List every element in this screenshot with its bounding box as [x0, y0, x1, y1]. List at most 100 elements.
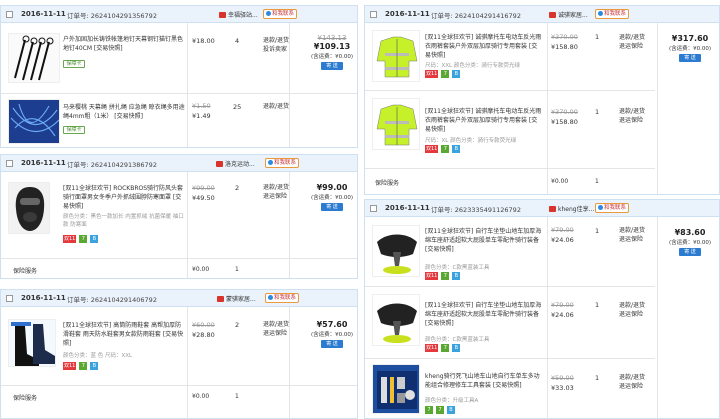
- quantity: 2: [235, 184, 240, 192]
- double11-tag[interactable]: 双11: [425, 145, 439, 153]
- shipping-insurance-link[interactable]: 退运保险: [619, 235, 643, 244]
- shop-name[interactable]: kheng佳享...: [549, 204, 594, 213]
- double11-tag[interactable]: 双11: [425, 272, 439, 280]
- divider: [365, 168, 655, 169]
- order-detail-button[interactable]: 寄 送: [321, 340, 343, 348]
- unit-price: ¥33.03: [551, 384, 574, 392]
- product-title[interactable]: [双11全球狂欢节] 诚骐摩托车电动车反光雨衣雨裤套装户外双层加厚骑行专用套装 …: [425, 33, 543, 60]
- product-title[interactable]: [双11全球狂欢节] ROCKBROS骑行防风头套骑行面罩男女冬季户外抓绒围脖防…: [63, 184, 185, 211]
- guarantee-icon[interactable]: B: [452, 272, 461, 280]
- insurance-service-label: 保险服务: [13, 395, 38, 402]
- order-checkbox[interactable]: [6, 11, 13, 18]
- product-title[interactable]: [双11全球狂欢节] 自行车坐垫山地车加厚海绵车座舒适超软大屁股单车零配件骑行装…: [425, 301, 543, 328]
- complain-link[interactable]: 投诉卖家: [263, 45, 287, 54]
- seven-day-return-icon[interactable]: 7: [441, 344, 450, 352]
- product-title[interactable]: kheng骑行死飞山地车山地自行车单车多功能组合修理修车工具套装 [交易快照]: [425, 372, 543, 390]
- order-detail-button[interactable]: 寄 送: [679, 54, 701, 62]
- product-image[interactable]: [372, 98, 420, 150]
- shipping-insurance-link[interactable]: 退运保险: [263, 192, 287, 201]
- guarantee-icon[interactable]: B: [90, 362, 99, 370]
- product-image[interactable]: [8, 182, 50, 234]
- double11-tag[interactable]: 双11: [425, 344, 439, 352]
- order-checkbox[interactable]: [370, 11, 377, 18]
- order-card-1: 2016-11-11 订单号: 2624104291356792 幸福驿站...…: [0, 5, 358, 148]
- divider: [365, 358, 655, 359]
- shoe-cover-image: [11, 322, 55, 366]
- shipping-insurance-link[interactable]: 退运保险: [619, 42, 643, 51]
- guarantee-icon[interactable]: B: [452, 145, 461, 153]
- shop-name[interactable]: 幸福驿站...: [219, 10, 258, 19]
- order-detail-button[interactable]: 寄 送: [321, 62, 343, 70]
- seven-day-return-icon[interactable]: 7: [441, 272, 450, 280]
- contact-seller-button[interactable]: 和我联系: [265, 158, 300, 168]
- guarantee-icon[interactable]: B: [452, 70, 461, 78]
- refund-link[interactable]: 退款/退货: [619, 373, 645, 382]
- order-checkbox[interactable]: [6, 160, 13, 167]
- contact-seller-button[interactable]: 和我联系: [263, 9, 298, 19]
- shop-name[interactable]: 洛克运动...: [216, 159, 255, 168]
- shop-name[interactable]: 蒙骐家居...: [217, 294, 256, 303]
- unit-price: ¥24.06: [551, 236, 574, 244]
- product-image[interactable]: [8, 33, 60, 83]
- seven-day-return-icon[interactable]: 7: [441, 145, 450, 153]
- guarantee-icon[interactable]: B: [452, 344, 461, 352]
- shipping-insurance-link[interactable]: 退运保险: [619, 382, 643, 391]
- order-date: 2016-11-11: [21, 294, 66, 302]
- seven-day-return-icon[interactable]: 7: [79, 362, 88, 370]
- shipping-insurance-link[interactable]: 退运保险: [263, 329, 287, 338]
- refund-link[interactable]: 退款/退货: [619, 33, 645, 42]
- contact-seller-button[interactable]: 和我联系: [595, 203, 630, 213]
- product-image[interactable]: [8, 319, 56, 367]
- guarantee-icon[interactable]: B: [447, 406, 455, 414]
- guarantee-badge[interactable]: 保障卡: [63, 60, 85, 68]
- refund-link[interactable]: 退款/退货: [619, 301, 645, 310]
- product-image[interactable]: [372, 225, 420, 277]
- guarantee-icon[interactable]: B: [90, 235, 99, 243]
- promo-tags: 77B: [425, 406, 458, 415]
- product-image[interactable]: [372, 30, 420, 82]
- order-checkbox[interactable]: [370, 205, 377, 212]
- order-header: 2016-11-11 订单号: 2623335491126792 kheng佳享…: [365, 200, 719, 217]
- original-price: ¥60.00: [192, 321, 215, 329]
- refund-link[interactable]: 退款/退货: [619, 226, 645, 235]
- product-image[interactable]: [8, 99, 60, 144]
- order-checkbox[interactable]: [6, 295, 13, 302]
- seven-day-return-icon[interactable]: 7: [441, 70, 450, 78]
- product-spec: 尺码：XL 颜色分类：骑行专款荧光绿: [425, 138, 517, 144]
- unit-price: ¥28.80: [192, 331, 215, 339]
- guarantee-icon[interactable]: 7: [436, 406, 444, 414]
- refund-link[interactable]: 退款/退货: [619, 107, 645, 116]
- product-spec: 颜色分类：蓝 色 尺码：XXL: [63, 353, 133, 359]
- double11-tag[interactable]: 双11: [63, 362, 77, 370]
- order-detail-button[interactable]: 寄 送: [321, 203, 343, 211]
- seven-day-return-icon[interactable]: 7: [79, 235, 88, 243]
- product-image[interactable]: [372, 364, 420, 414]
- guarantee-badge[interactable]: 保障卡: [63, 126, 85, 134]
- shipping-insurance-link[interactable]: 退运保险: [619, 116, 643, 125]
- original-price: ¥370.00: [551, 108, 578, 116]
- unit-price: ¥18.00: [192, 37, 215, 45]
- product-title[interactable]: 马来樱桃 天幕绳 拼扎绳 应急绳 晾衣绳多用途绳4mm粗（1米） [交易快照]: [63, 103, 185, 121]
- double11-tag[interactable]: 双11: [63, 235, 77, 243]
- seven-day-return-icon[interactable]: 7: [425, 406, 433, 414]
- refund-link[interactable]: 退款/退货: [263, 183, 289, 192]
- refund-link[interactable]: 退款/退货: [263, 102, 289, 111]
- tent-stake-image: [14, 35, 54, 81]
- product-title[interactable]: [双11全球狂欢节] 诚骐摩托车电动车反光雨衣雨裤套装户外双层加厚骑行专用套装 …: [425, 107, 543, 134]
- shipping-insurance-link[interactable]: 退运保险: [619, 310, 643, 319]
- order-card-3: 2016-11-11 订单号: 2624104291386792 洛克运动...…: [0, 154, 358, 279]
- double11-tag[interactable]: 双11: [425, 70, 439, 78]
- product-title[interactable]: [双11全球狂欢节] 自行车坐垫山地车加厚海绵车座舒适超软大屁股单车零配件骑行装…: [425, 227, 543, 254]
- refund-link[interactable]: 退款/退货: [263, 320, 289, 329]
- refund-link[interactable]: 退款/退货: [263, 36, 289, 45]
- product-image[interactable]: [372, 294, 420, 346]
- contact-seller-button[interactable]: 和我联系: [265, 293, 300, 303]
- order-total: ¥83.60 (含运费：¥0.00) 寄 送: [655, 228, 719, 256]
- product-title[interactable]: 户外加固加长铸铁帐篷地钉天幕钢钉猫钉黑色地钉40CM [交易快照]: [63, 35, 185, 53]
- chat-icon: [598, 204, 603, 210]
- product-title[interactable]: [双11全球狂欢节] 高筒防雨鞋套 高帮加厚防滑鞋套 雨天防水鞋套男女款防雨鞋套…: [63, 321, 185, 348]
- shop-name[interactable]: 诚骐家居...: [549, 10, 588, 19]
- quantity: 1: [595, 33, 600, 41]
- contact-seller-button[interactable]: 和我联系: [595, 9, 630, 19]
- order-detail-button[interactable]: 寄 送: [679, 248, 701, 256]
